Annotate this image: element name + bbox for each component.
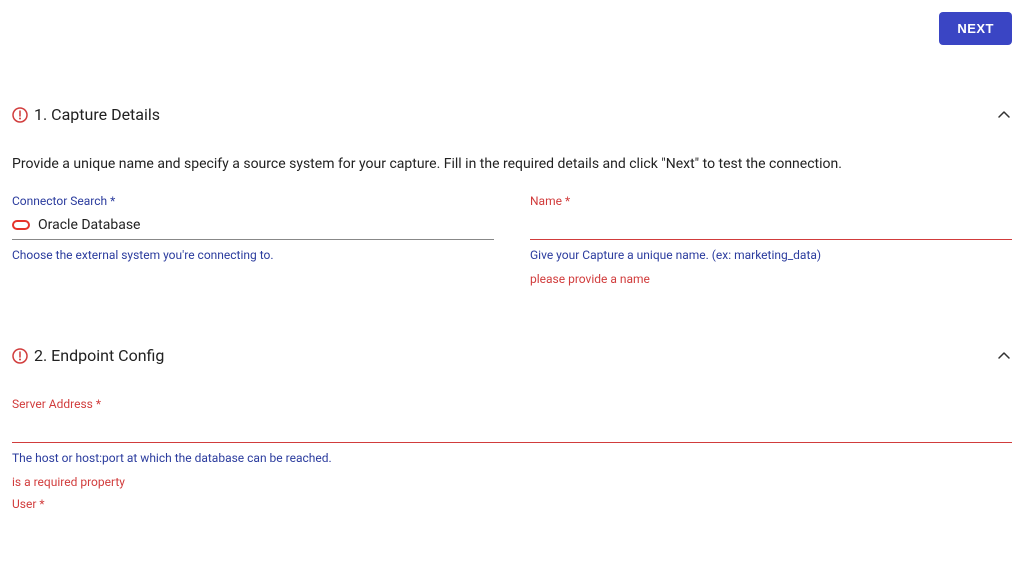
- chevron-up-icon[interactable]: [996, 348, 1012, 364]
- name-error: please provide a name: [530, 272, 1012, 286]
- name-label: Name *: [530, 194, 1012, 208]
- connector-helper: Choose the external system you're connec…: [12, 248, 494, 262]
- warning-icon: [12, 348, 28, 364]
- connector-search-input[interactable]: Oracle Database: [12, 212, 494, 240]
- section-title-capture: 1. Capture Details: [12, 105, 160, 124]
- oracle-icon: [12, 219, 30, 231]
- section-title-text: 2. Endpoint Config: [34, 346, 164, 365]
- user-label: User *: [12, 497, 1012, 511]
- name-input[interactable]: [530, 217, 1012, 233]
- endpoint-config-section: 2. Endpoint Config Server Address * The …: [12, 346, 1012, 511]
- connector-search-label: Connector Search *: [12, 194, 494, 208]
- name-helper: Give your Capture a unique name. (ex: ma…: [530, 248, 1012, 262]
- chevron-up-icon[interactable]: [996, 107, 1012, 123]
- server-address-error: is a required property: [12, 475, 1012, 489]
- next-button[interactable]: NEXT: [939, 12, 1012, 45]
- server-address-label: Server Address *: [12, 397, 1012, 411]
- server-address-input[interactable]: [12, 420, 1012, 436]
- server-address-input-wrapper[interactable]: [12, 415, 1012, 443]
- section-title-text: 1. Capture Details: [34, 105, 160, 124]
- name-input-wrapper[interactable]: [530, 212, 1012, 240]
- capture-details-section: 1. Capture Details Provide a unique name…: [12, 105, 1012, 286]
- section-title-endpoint: 2. Endpoint Config: [12, 346, 164, 365]
- server-address-helper: The host or host:port at which the datab…: [12, 451, 1012, 465]
- section-description: Provide a unique name and specify a sour…: [12, 156, 1012, 172]
- connector-value: Oracle Database: [38, 217, 140, 233]
- warning-icon: [12, 107, 28, 123]
